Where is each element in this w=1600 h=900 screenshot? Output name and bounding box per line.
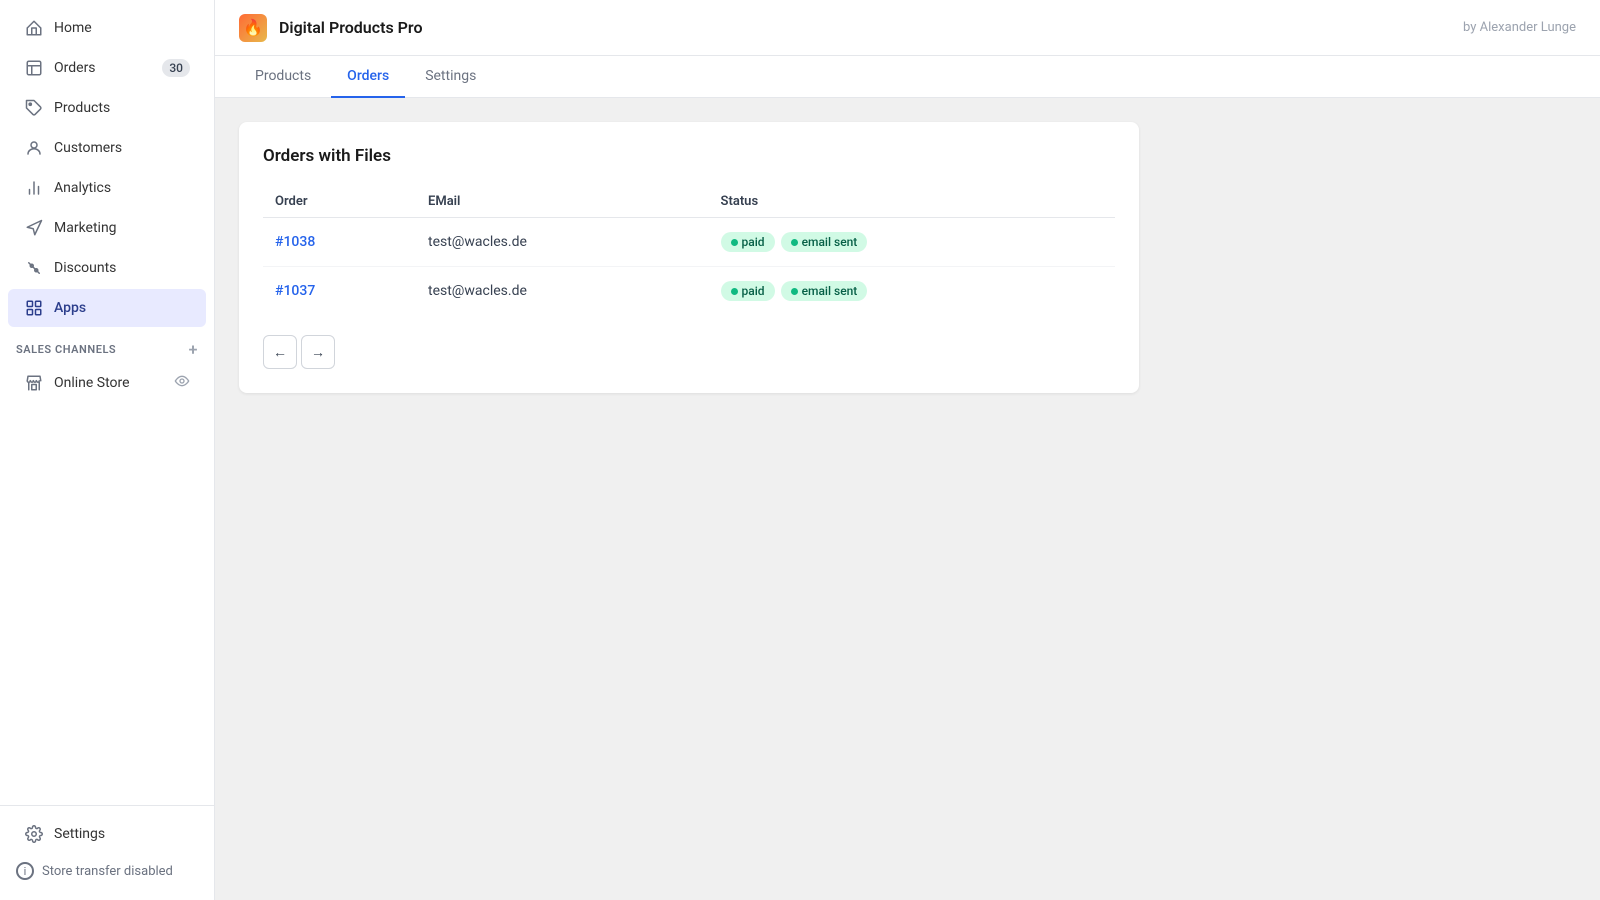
status-badge: email sent: [781, 281, 868, 301]
pagination: ← →: [263, 335, 1115, 369]
email-cell: test@wacles.de: [416, 267, 709, 316]
status-dot: [731, 239, 738, 246]
status-cell: paid email sent: [709, 218, 1115, 267]
sidebar-label-marketing: Marketing: [54, 220, 190, 236]
sidebar-item-home[interactable]: Home: [8, 9, 206, 47]
discounts-icon: [24, 258, 44, 278]
marketing-icon: [24, 218, 44, 238]
store-icon: [24, 373, 44, 393]
customers-icon: [24, 138, 44, 158]
col-email: EMail: [416, 186, 709, 218]
add-sales-channel-icon[interactable]: +: [189, 340, 198, 359]
sidebar-label-settings: Settings: [54, 826, 190, 842]
table-row: #1038 test@wacles.de paid email sent: [263, 218, 1115, 267]
products-icon: [24, 98, 44, 118]
tabs-bar: Products Orders Settings: [215, 56, 1600, 98]
sidebar-item-online-store[interactable]: Online Store: [8, 364, 206, 402]
home-icon: [24, 18, 44, 38]
status-dot: [791, 239, 798, 246]
status-cell: paid email sent: [709, 267, 1115, 316]
apps-icon: [24, 298, 44, 318]
table-row: #1037 test@wacles.de paid email sent: [263, 267, 1115, 316]
sidebar-item-apps[interactable]: Apps: [8, 289, 206, 327]
sidebar-label-customers: Customers: [54, 140, 190, 156]
sidebar-item-products[interactable]: Products: [8, 89, 206, 127]
prev-page-button[interactable]: ←: [263, 335, 297, 369]
status-badge: paid: [721, 232, 775, 252]
col-order: Order: [263, 186, 416, 218]
sidebar-label-online-store: Online Store: [54, 375, 164, 391]
status-dot: [791, 288, 798, 295]
sidebar-label-discounts: Discounts: [54, 260, 190, 276]
sidebar-item-discounts[interactable]: Discounts: [8, 249, 206, 287]
sales-channels-section: SALES CHANNELS +: [0, 328, 214, 363]
sidebar-item-settings[interactable]: Settings: [8, 815, 206, 853]
status-dot: [731, 288, 738, 295]
order-link[interactable]: #1038: [275, 234, 315, 250]
sidebar-label-apps: Apps: [54, 300, 190, 316]
sidebar-label-home: Home: [54, 20, 190, 36]
tab-settings[interactable]: Settings: [409, 56, 492, 98]
sidebar: Home Orders 30 Products Customers Analyt…: [0, 0, 215, 900]
store-transfer-status: i Store transfer disabled: [0, 854, 214, 888]
info-icon: i: [16, 862, 34, 880]
sidebar-item-orders[interactable]: Orders 30: [8, 49, 206, 87]
topbar-author: by Alexander Lunge: [1463, 20, 1576, 35]
content-area: Orders with Files Order EMail Status #10…: [215, 98, 1600, 900]
settings-icon: [24, 824, 44, 844]
app-title: Digital Products Pro: [279, 18, 423, 37]
card-title: Orders with Files: [263, 146, 1115, 166]
col-status: Status: [709, 186, 1115, 218]
sidebar-item-analytics[interactable]: Analytics: [8, 169, 206, 207]
order-link[interactable]: #1037: [275, 283, 315, 299]
status-badge: email sent: [781, 232, 868, 252]
order-cell: #1038: [263, 218, 416, 267]
order-cell: #1037: [263, 267, 416, 316]
tab-products[interactable]: Products: [239, 56, 327, 98]
next-page-button[interactable]: →: [301, 335, 335, 369]
orders-with-files-card: Orders with Files Order EMail Status #10…: [239, 122, 1139, 393]
orders-icon: [24, 58, 44, 78]
analytics-icon: [24, 178, 44, 198]
main-content: 🔥 Digital Products Pro by Alexander Lung…: [215, 0, 1600, 900]
orders-table: Order EMail Status #1038test@wacles.depa…: [263, 186, 1115, 315]
tab-orders[interactable]: Orders: [331, 56, 405, 98]
status-badge: paid: [721, 281, 775, 301]
sidebar-label-analytics: Analytics: [54, 180, 190, 196]
sidebar-item-customers[interactable]: Customers: [8, 129, 206, 167]
topbar: 🔥 Digital Products Pro by Alexander Lung…: [215, 0, 1600, 56]
app-icon: 🔥: [239, 14, 267, 42]
sidebar-item-marketing[interactable]: Marketing: [8, 209, 206, 247]
sidebar-label-orders: Orders: [54, 60, 152, 76]
store-visibility-icon[interactable]: [174, 373, 190, 393]
email-cell: test@wacles.de: [416, 218, 709, 267]
sidebar-bottom: Settings i Store transfer disabled: [0, 805, 214, 900]
orders-badge: 30: [162, 59, 190, 77]
sidebar-label-products: Products: [54, 100, 190, 116]
